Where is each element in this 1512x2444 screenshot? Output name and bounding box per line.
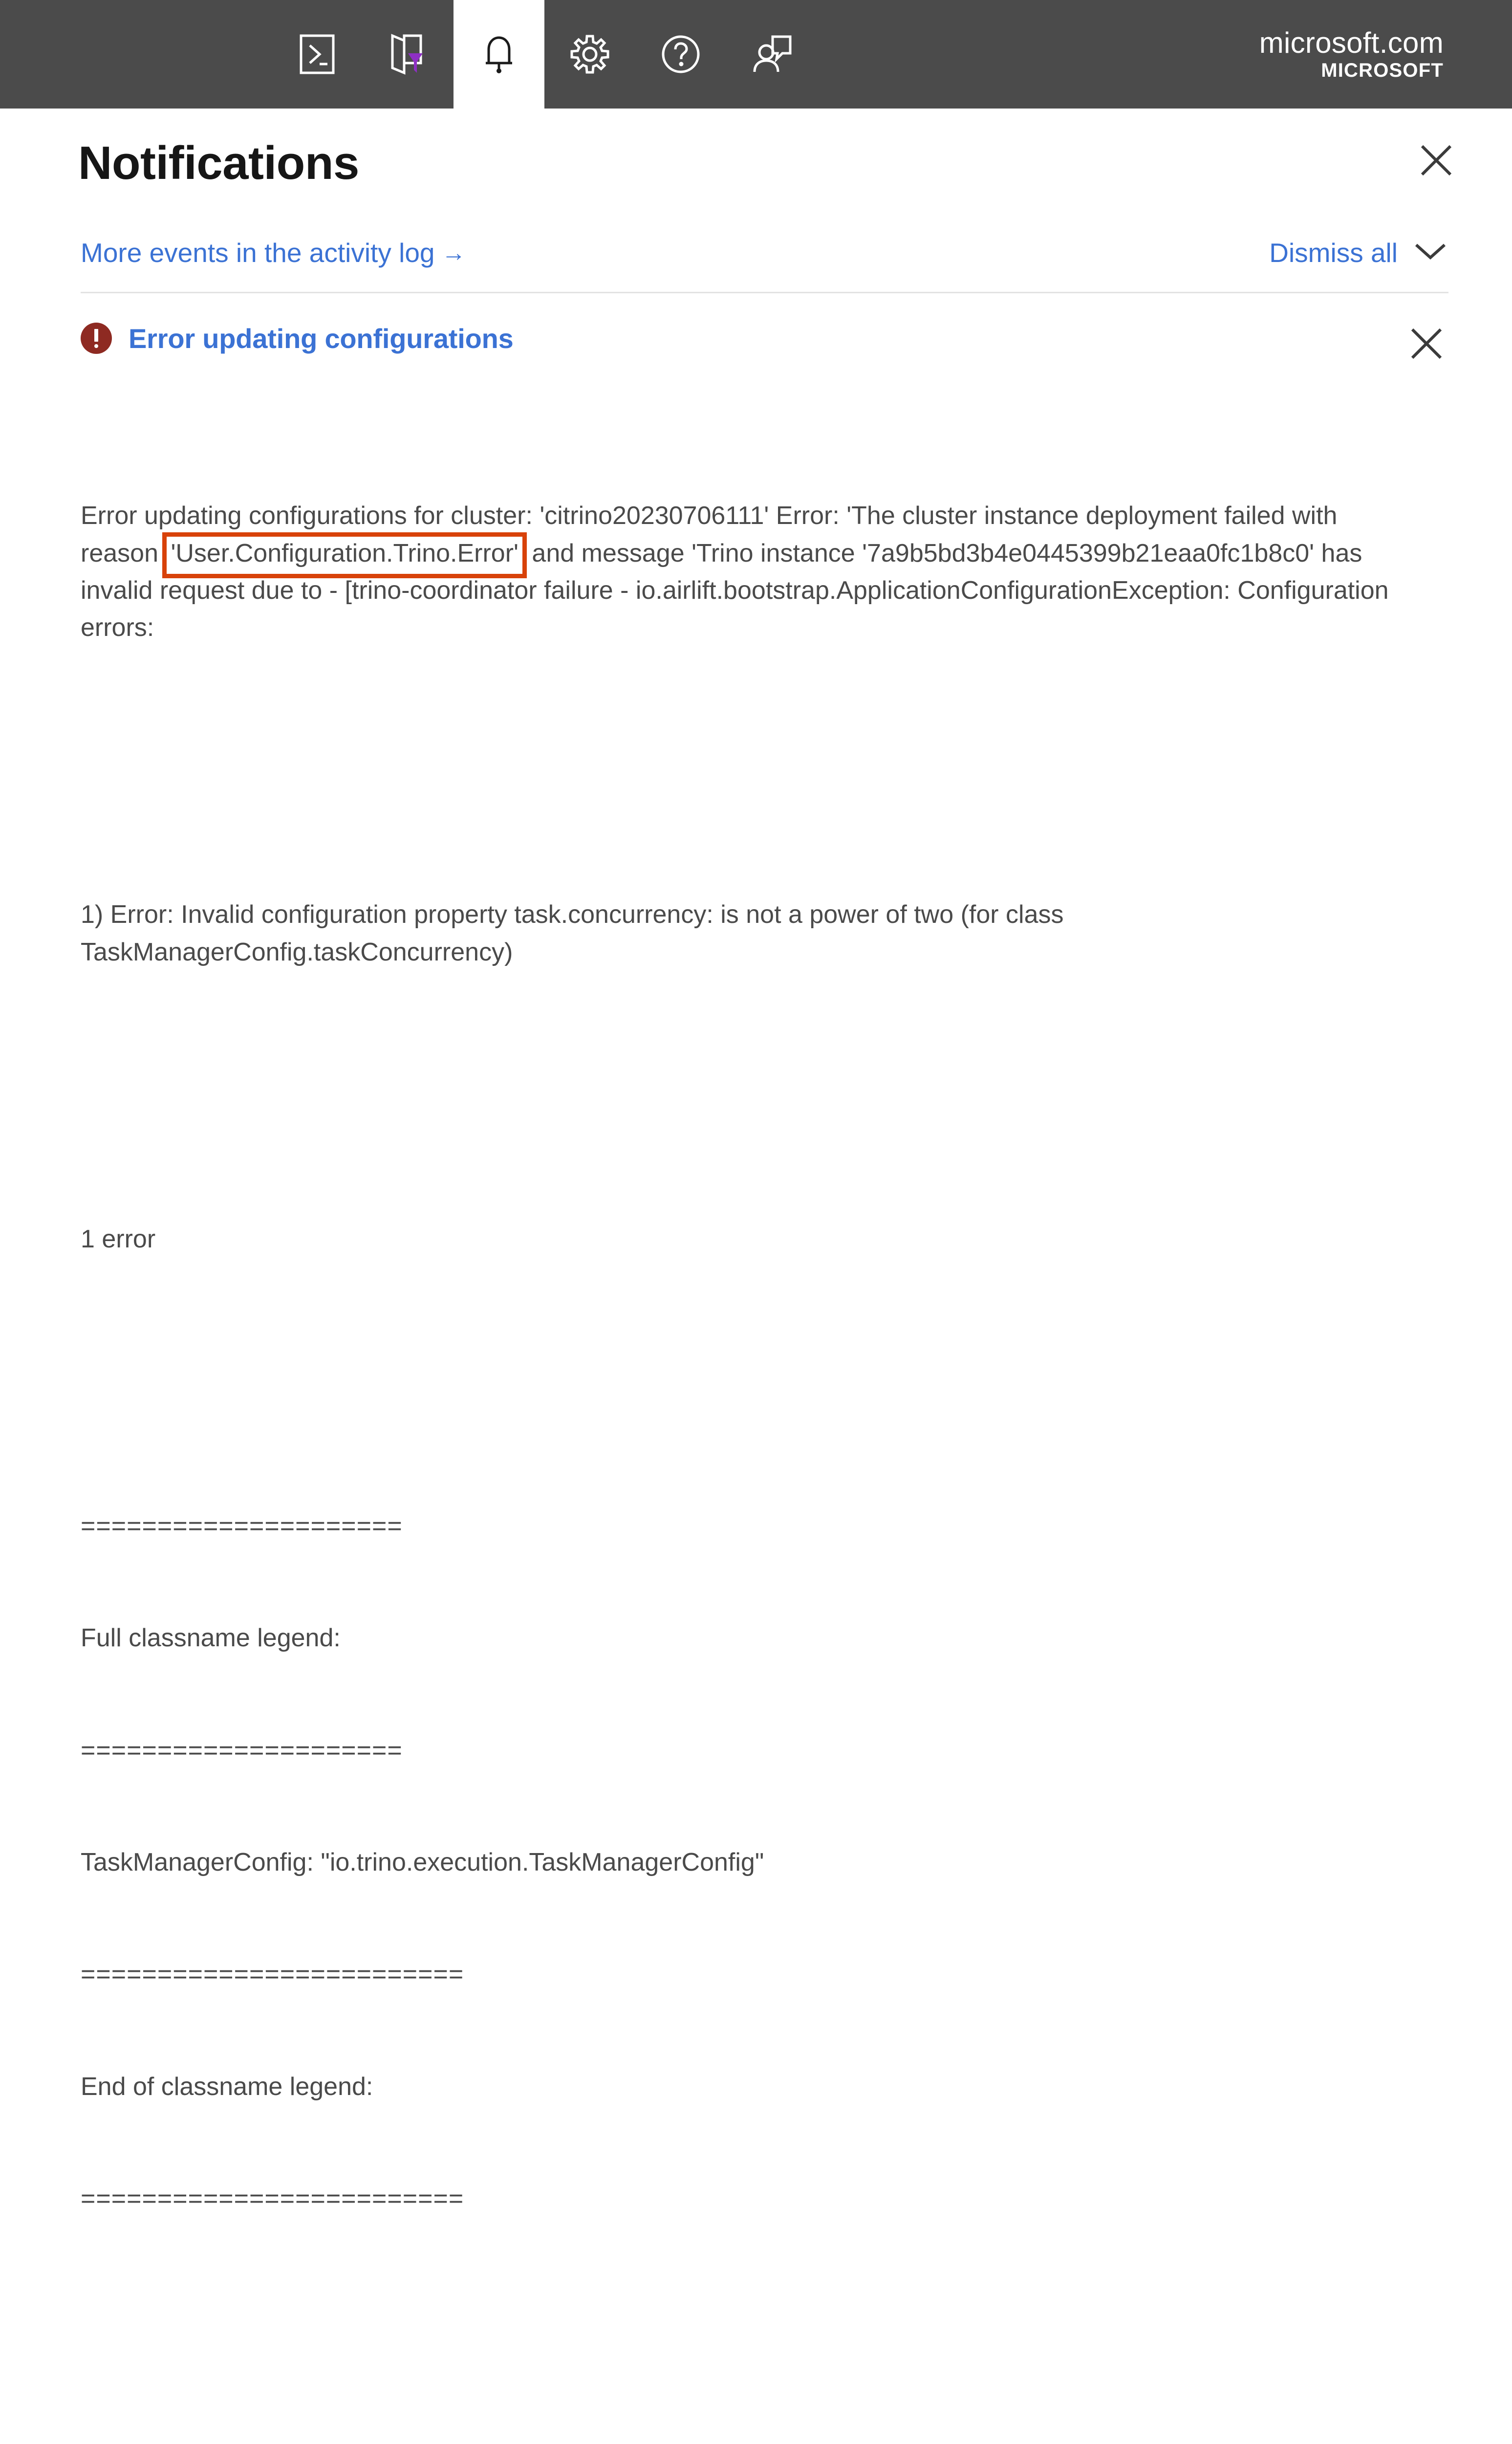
arrow-right-icon: → (441, 239, 466, 266)
highlighted-error-code: 'User.Configuration.Trino.Error' (162, 532, 527, 578)
close-icon (1407, 325, 1446, 364)
legend-entry: TaskManagerConfig: "io.trino.execution.T… (81, 1848, 764, 1877)
legend-rule-second: ===================== (81, 1736, 403, 1765)
cloud-shell-icon[interactable] (272, 0, 363, 109)
chevron-down-icon (1412, 240, 1448, 265)
tenant-org: MICROSOFT (1321, 60, 1444, 81)
notifications-panel: Notifications More events in the activit… (0, 109, 1512, 2444)
activity-log-label: More events in the activity log (81, 237, 435, 268)
legend-start-label: Full classname legend: (81, 1624, 341, 1653)
notification-header-left: Error updating configurations (81, 323, 514, 354)
config-error-item: 1) Error: Invalid configuration property… (81, 900, 1071, 966)
legend-rule-bottom: ========================= (81, 2184, 464, 2213)
notifications-bell-icon[interactable] (454, 0, 544, 109)
notification-body: Error updating configurations for cluste… (81, 385, 1448, 2444)
error-icon (81, 323, 112, 354)
notification-item: Error updating configurations Error upda… (0, 293, 1512, 2444)
feedback-person-icon[interactable] (726, 0, 817, 109)
notification-title: Error updating configurations (129, 323, 514, 354)
tenant-domain: microsoft.com (1259, 26, 1444, 59)
error-count: 1 error (81, 1224, 156, 1253)
settings-gear-icon[interactable] (544, 0, 635, 109)
directories-subscriptions-icon[interactable] (363, 0, 454, 109)
legend-end-label: End of classname legend: (81, 2072, 373, 2101)
notification-header: Error updating configurations (81, 293, 1448, 367)
activity-log-link[interactable]: More events in the activity log → (81, 237, 466, 268)
notification-message-paragraph: Error updating configurations for cluste… (81, 497, 1404, 647)
panel-actions-row: More events in the activity log → Dismis… (0, 188, 1512, 268)
dismiss-all-button[interactable]: Dismiss all (1269, 237, 1448, 268)
topbar-left-spacer (0, 0, 272, 109)
tenant-brand: microsoft.com MICROSOFT (1170, 0, 1512, 109)
panel-header: Notifications (0, 109, 1512, 188)
close-panel-button[interactable] (1414, 139, 1458, 183)
dismiss-notification-button[interactable] (1404, 323, 1448, 367)
legend-rule-top: ===================== (81, 1512, 403, 1541)
close-icon (1417, 141, 1455, 181)
page-title: Notifications (78, 137, 359, 189)
top-navigation-bar: microsoft.com MICROSOFT (0, 0, 1512, 109)
dismiss-all-label: Dismiss all (1269, 237, 1398, 268)
legend-rule-third: ========================= (81, 1960, 464, 1989)
help-question-icon[interactable] (635, 0, 726, 109)
